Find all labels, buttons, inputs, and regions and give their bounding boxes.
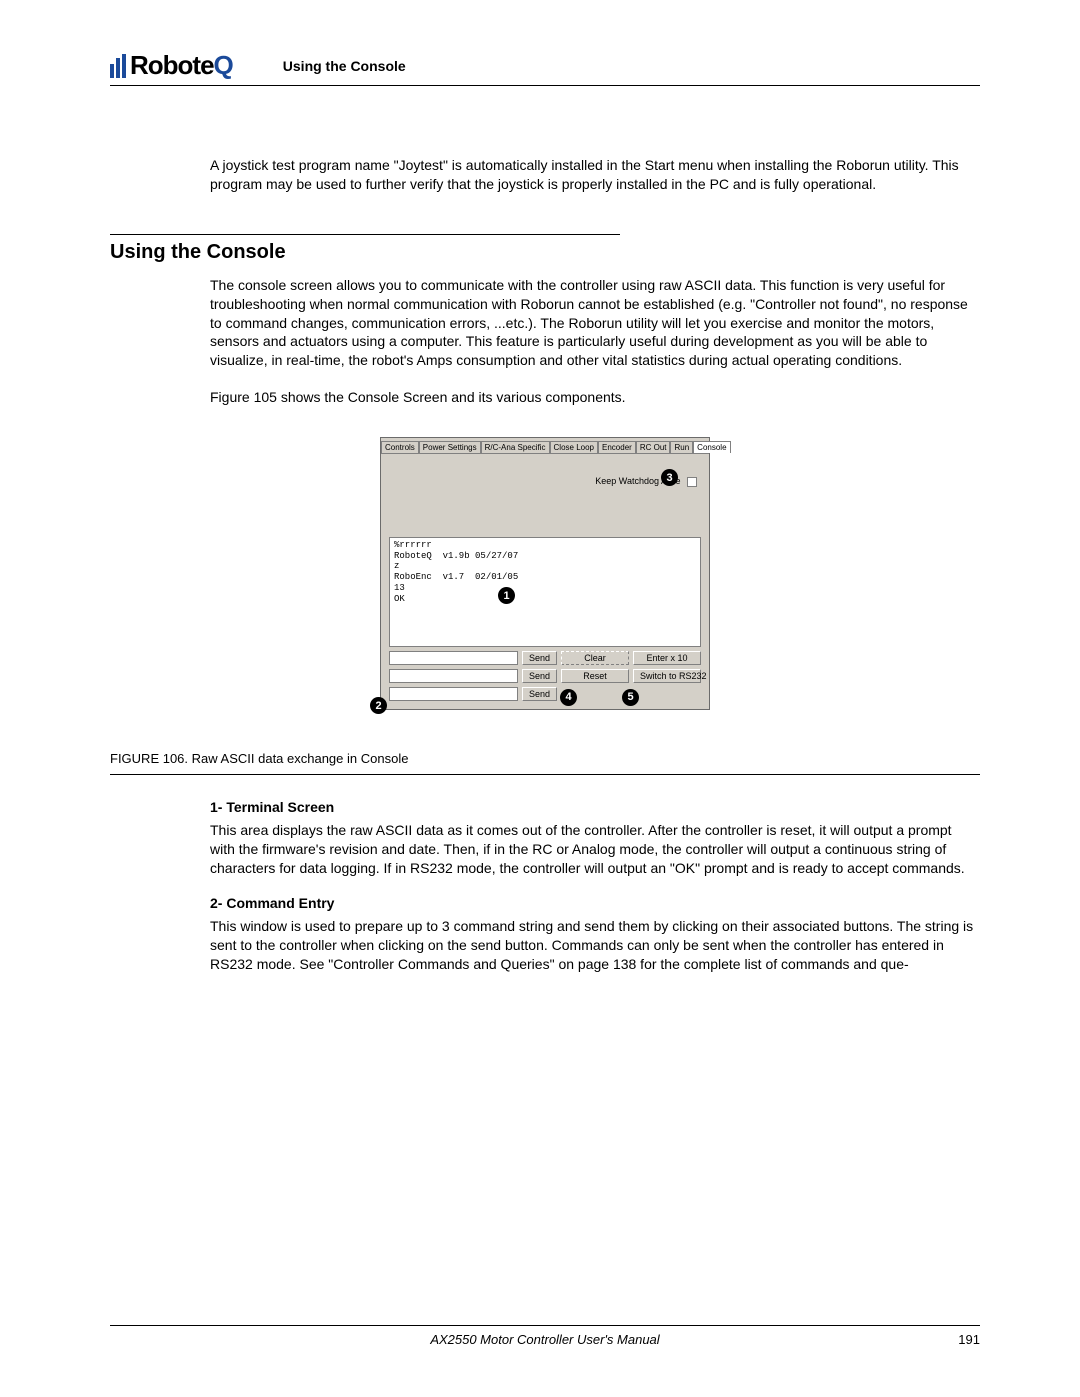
callout-2: 2 — [370, 697, 387, 714]
brand-name-prefix: Robote — [130, 50, 214, 80]
footer-page-number: 191 — [958, 1332, 980, 1347]
console-window-body: Keep Watchdog Alive %rrrrrr RoboteQ v1.9… — [381, 454, 709, 709]
page-footer: AX2550 Motor Controller User's Manual 19… — [110, 1325, 980, 1347]
tab-rc-out[interactable]: RC Out — [636, 441, 671, 453]
command-input-2[interactable] — [389, 669, 518, 683]
document-page: RoboteQ Using the Console A joystick tes… — [0, 0, 1080, 1397]
callout-1: 1 — [498, 587, 515, 604]
command-row-3: Send — [389, 687, 701, 701]
terminal-screen-text: This area displays the raw ASCII data as… — [210, 821, 980, 878]
tab-run[interactable]: Run — [670, 441, 693, 453]
tab-console[interactable]: Console — [693, 441, 730, 453]
brand-logo: RoboteQ — [110, 50, 233, 81]
command-row-2: Send Reset Switch to RS232 — [389, 669, 701, 683]
brand-name-suffix: Q — [214, 50, 233, 80]
reset-button[interactable]: Reset — [561, 669, 629, 683]
section-rule — [110, 234, 620, 235]
brand-bars-icon — [110, 54, 128, 78]
tab-power-settings[interactable]: Power Settings — [419, 441, 481, 453]
clear-button[interactable]: Clear — [561, 651, 629, 665]
footer-manual-title: AX2550 Motor Controller User's Manual — [430, 1332, 659, 1347]
callout-3: 3 — [661, 469, 678, 486]
section-paragraph-1: The console screen allows you to communi… — [210, 276, 980, 370]
header-section-title: Using the Console — [283, 58, 406, 74]
command-input-1[interactable] — [389, 651, 518, 665]
enter-x10-button[interactable]: Enter x 10 — [633, 651, 701, 665]
tab-controls[interactable]: Controls — [381, 441, 419, 453]
send-button-2[interactable]: Send — [522, 669, 557, 683]
intro-paragraph: A joystick test program name "Joytest" i… — [210, 156, 980, 194]
subheading-command-entry: 2- Command Entry — [210, 895, 980, 911]
switch-rs232-button[interactable]: Switch to RS232 — [633, 669, 701, 683]
terminal-output: %rrrrrr RoboteQ v1.9b 05/27/07 z RoboEnc… — [389, 537, 701, 647]
watchdog-checkbox[interactable] — [687, 477, 697, 487]
send-button-1[interactable]: Send — [522, 651, 557, 665]
section-paragraph-2: Figure 105 shows the Console Screen and … — [210, 388, 980, 407]
section-heading: Using the Console — [110, 241, 980, 264]
figure-console: Controls Power Settings R/C-Ana Specific… — [380, 437, 710, 710]
figure-caption: FIGURE 106. Raw ASCII data exchange in C… — [110, 751, 408, 766]
send-button-3[interactable]: Send — [522, 687, 557, 701]
tab-bar: Controls Power Settings R/C-Ana Specific… — [381, 438, 709, 454]
command-entry-text: This window is used to prepare up to 3 c… — [210, 917, 980, 974]
tab-encoder[interactable]: Encoder — [598, 441, 636, 453]
callout-5: 5 — [622, 689, 639, 706]
page-header: RoboteQ Using the Console — [110, 50, 980, 86]
figure-caption-wrap: FIGURE 106. Raw ASCII data exchange in C… — [110, 750, 980, 775]
brand-name: RoboteQ — [130, 50, 233, 81]
tab-close-loop[interactable]: Close Loop — [550, 441, 598, 453]
command-row-1: Send Clear Enter x 10 — [389, 651, 701, 665]
subheading-terminal-screen: 1- Terminal Screen — [210, 799, 980, 815]
command-input-3[interactable] — [389, 687, 518, 701]
callout-4: 4 — [560, 689, 577, 706]
watchdog-row: Keep Watchdog Alive — [389, 476, 697, 487]
tab-rc-ana-specific[interactable]: R/C-Ana Specific — [481, 441, 550, 453]
